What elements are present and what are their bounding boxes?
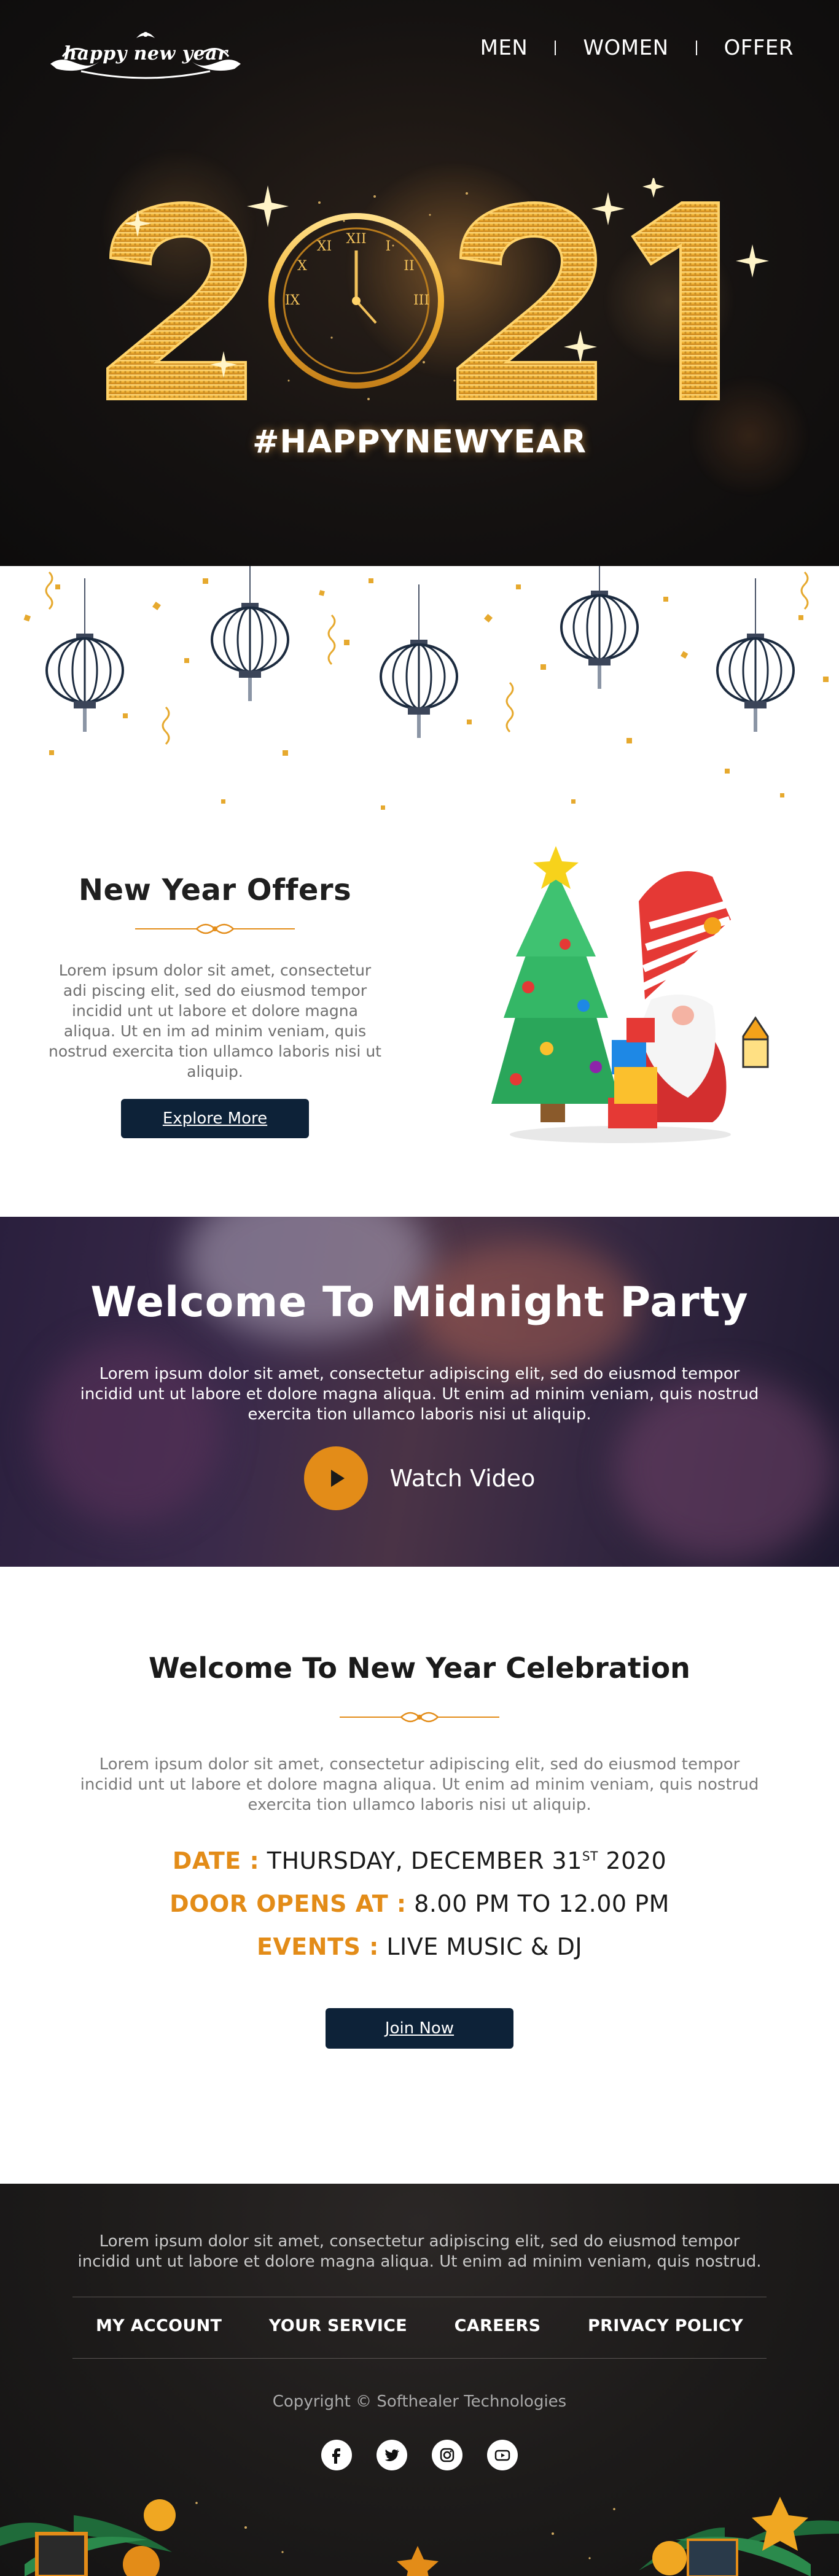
footer-link-your-service[interactable]: YOUR SERVICE	[269, 2316, 407, 2335]
offers-section: New Year Offers Lorem ipsum dolor sit am…	[0, 824, 839, 1217]
doors-label: DOOR OPENS AT :	[170, 1890, 407, 1917]
lantern-decoration	[0, 566, 839, 824]
twitter-link[interactable]	[377, 2440, 407, 2470]
facebook-icon	[332, 2448, 340, 2464]
facebook-link[interactable]	[321, 2440, 352, 2470]
events-label: EVENTS :	[256, 1933, 379, 1960]
footer-description: Lorem ipsum dolor sit amet, consectetur …	[77, 2232, 762, 2271]
site-footer: Lorem ipsum dolor sit amet, consectetur …	[0, 2184, 839, 2576]
celebration-description: Lorem ipsum dolor sit amet, consectetur …	[80, 1755, 759, 1814]
party-title: Welcome To Midnight Party	[90, 1278, 749, 1327]
year-2021-graphic: XII III IIIXIX IX	[106, 178, 769, 400]
watch-video-link[interactable]: Watch Video	[0, 1446, 839, 1510]
offers-title: New Year Offers	[78, 873, 352, 907]
date-value: THURSDAY, DECEMBER 31ST 2020	[267, 1847, 667, 1874]
offers-content: New Year Offers Lorem ipsum dolor sit am…	[44, 824, 386, 1138]
celebration-title: Welcome To New Year Celebration	[149, 1651, 690, 1685]
midnight-party-section: Welcome To Midnight Party Lorem ipsum do…	[0, 1217, 839, 1567]
main-nav: MEN WOMEN OFFER	[480, 36, 794, 60]
ornament-divider-icon	[340, 1712, 499, 1723]
date-label: DATE :	[172, 1847, 260, 1874]
svg-text:I: I	[386, 239, 391, 254]
event-door-time: DOOR OPENS AT : 8.00 PM TO 12.00 PM	[0, 1890, 839, 1917]
offers-description: Lorem ipsum dolor sit amet, consectetur …	[49, 961, 381, 1080]
hero-banner: happy new year MEN WOMEN OFFER XII I II …	[0, 0, 839, 566]
site-logo[interactable]: happy new year	[44, 26, 247, 81]
ornament-divider-icon	[135, 923, 295, 934]
explore-more-button[interactable]: Explore More	[121, 1099, 309, 1138]
copyright-text: Copyright © Softhealer Technologies	[272, 2392, 567, 2411]
celebration-section: Welcome To New Year Celebration Lorem ip…	[0, 1567, 839, 2184]
nav-item-men[interactable]: MEN	[480, 36, 528, 60]
watch-video-label[interactable]: Watch Video	[390, 1465, 536, 1492]
twitter-icon	[384, 2449, 399, 2461]
play-button[interactable]	[303, 1446, 368, 1510]
lanterns-illustration	[23, 566, 829, 810]
youtube-link[interactable]	[487, 2440, 518, 2470]
play-icon	[330, 1470, 345, 1487]
nav-item-women[interactable]: WOMEN	[583, 36, 668, 60]
social-links	[0, 2440, 839, 2470]
join-now-button[interactable]: Join Now	[326, 2008, 513, 2049]
svg-text:XI: XI	[317, 239, 332, 254]
footer-link-privacy-policy[interactable]: PRIVACY POLICY	[588, 2316, 743, 2335]
doors-value: 8.00 PM TO 12.00 PM	[414, 1890, 669, 1917]
logo-text: happy new year	[63, 42, 228, 64]
svg-text:II: II	[404, 258, 414, 274]
instagram-link[interactable]	[432, 2440, 462, 2470]
instagram-icon	[440, 2448, 455, 2462]
events-value: LIVE MUSIC & DJ	[386, 1933, 583, 1960]
footer-link-my-account[interactable]: MY ACCOUNT	[96, 2316, 222, 2335]
footer-divider	[72, 2358, 767, 2359]
nav-separator	[695, 41, 697, 55]
youtube-icon	[494, 2450, 510, 2461]
footer-nav: MY ACCOUNT YOUR SERVICE CAREERS PRIVACY …	[72, 2316, 767, 2335]
svg-text:X: X	[297, 258, 307, 274]
event-activities: EVENTS : LIVE MUSIC & DJ	[0, 1933, 839, 1960]
nav-separator	[555, 41, 556, 55]
svg-text:IX: IX	[285, 293, 300, 308]
svg-text:XII: XII	[346, 231, 366, 247]
footer-ornaments-illustration	[0, 2497, 839, 2576]
christmas-gnome-illustration	[491, 846, 769, 1143]
party-description: Lorem ipsum dolor sit amet, consectetur …	[80, 1365, 759, 1424]
nav-item-offer[interactable]: OFFER	[724, 36, 794, 60]
svg-text:III: III	[413, 293, 429, 308]
footer-link-careers[interactable]: CAREERS	[455, 2316, 541, 2335]
hero-hashtag: #HAPPYNEWYEAR	[252, 424, 587, 460]
event-date: DATE : THURSDAY, DECEMBER 31ST 2020	[0, 1847, 839, 1874]
